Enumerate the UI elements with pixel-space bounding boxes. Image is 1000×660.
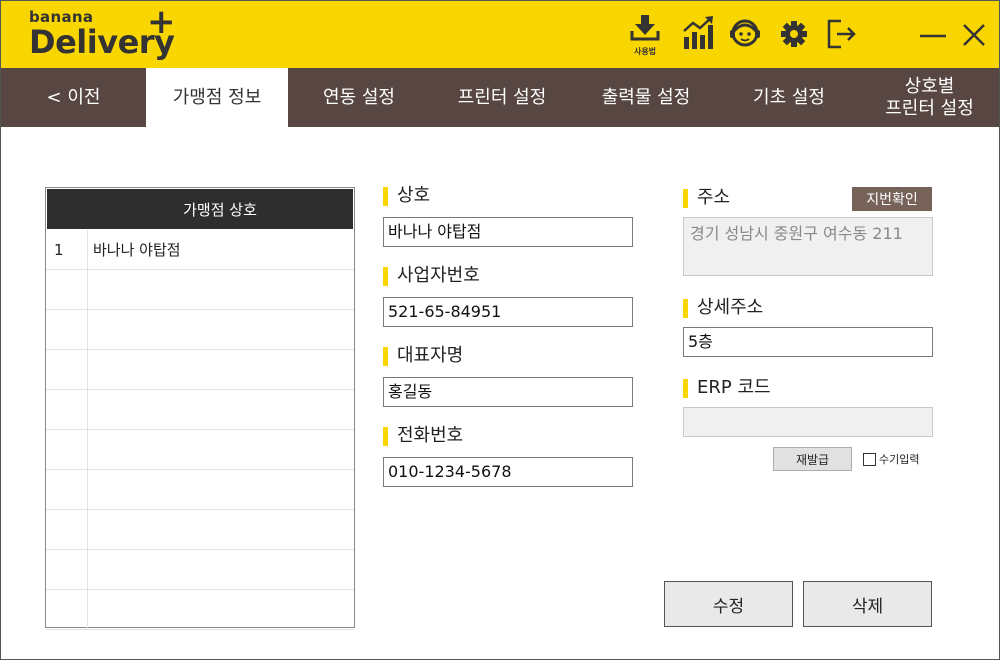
list-item-number (46, 350, 88, 389)
guide-label: 사용법 (633, 47, 657, 56)
list-item[interactable]: 1 바나나 야탑점 (46, 230, 354, 270)
statistics-button[interactable] (681, 15, 715, 55)
list-item[interactable] (46, 350, 354, 390)
list-item-number (46, 310, 88, 349)
list-item[interactable] (46, 430, 354, 470)
business-number-input[interactable]: 521-65-84951 (383, 297, 633, 327)
banana-delivery-logo: banana Delivery + (29, 5, 176, 59)
tab-basic-settings[interactable]: 기초 설정 (718, 68, 860, 127)
detail-address-label: 상세주소 (683, 297, 763, 319)
store-list-body: 1 바나나 야탑점 (46, 230, 354, 630)
list-item-store-name (88, 550, 354, 589)
list-item-number (46, 470, 88, 509)
erp-code-input[interactable] (683, 407, 933, 437)
store-name-input[interactable]: 바나나 야탑점 (383, 217, 633, 247)
tab-integration-settings[interactable]: 연동 설정 (288, 68, 430, 127)
list-item-number: 1 (46, 230, 88, 269)
support-agent-icon (730, 19, 760, 47)
minimize-icon (920, 34, 946, 38)
edit-button[interactable]: 수정 (664, 581, 793, 627)
list-item-number (46, 390, 88, 429)
list-item[interactable] (46, 550, 354, 590)
list-item-store-name (88, 310, 354, 349)
tab-printout-settings[interactable]: 출력물 설정 (574, 68, 718, 127)
logout-button[interactable] (825, 15, 859, 55)
list-item-number (46, 510, 88, 549)
delete-button[interactable]: 삭제 (803, 581, 932, 627)
list-item-store-name (88, 390, 354, 429)
list-item[interactable] (46, 590, 354, 630)
list-item[interactable] (46, 510, 354, 550)
app-header: banana Delivery + 사용법 (1, 1, 999, 68)
list-item-store-name (88, 270, 354, 309)
gear-icon (781, 21, 807, 47)
tab-store-printer-settings[interactable]: 상호별 프린터 설정 (860, 68, 999, 127)
erp-code-label: ERP 코드 (683, 377, 771, 399)
list-item-number (46, 270, 88, 309)
jibun-check-button[interactable]: 지번확인 (852, 187, 932, 211)
list-item-store-name (88, 510, 354, 549)
close-button[interactable] (957, 15, 991, 55)
logo-plus: + (147, 2, 176, 42)
address-textarea[interactable]: 경기 성남시 중원구 여수동 211 (683, 217, 933, 276)
list-item-store-name: 바나나 야탑점 (93, 241, 181, 259)
manual-input-checkbox[interactable] (863, 453, 876, 466)
list-item[interactable] (46, 470, 354, 510)
store-name-label: 상호 (383, 185, 430, 207)
list-item[interactable] (46, 390, 354, 430)
tab-printer-settings[interactable]: 프린터 설정 (430, 68, 574, 127)
owner-name-label: 대표자명 (383, 345, 463, 367)
list-item-store-name (88, 430, 354, 469)
phone-input[interactable]: 010-1234-5678 (383, 457, 633, 487)
store-list: 가맹점 상호 1 바나나 야탑점 (45, 187, 355, 630)
phone-label: 전화번호 (383, 425, 463, 447)
list-item-store-name (88, 350, 354, 389)
owner-name-input[interactable]: 홍길동 (383, 377, 633, 407)
stats-chart-icon (683, 16, 713, 49)
detail-address-input[interactable]: 5층 (683, 327, 933, 357)
support-button[interactable] (728, 15, 762, 55)
download-icon (630, 15, 660, 41)
reissue-button[interactable]: 재발급 (773, 447, 852, 471)
settings-button[interactable] (777, 15, 811, 55)
list-item-number (46, 590, 88, 629)
list-item-number (46, 550, 88, 589)
list-item-store-name (88, 590, 354, 629)
logout-icon (827, 19, 856, 49)
list-item-store-name (88, 470, 354, 509)
minimize-button[interactable] (916, 15, 950, 55)
list-item[interactable] (46, 310, 354, 350)
close-icon (963, 24, 985, 46)
guide-button[interactable]: 사용법 (628, 15, 662, 56)
list-item-number (46, 430, 88, 469)
manual-input-label: 수기입력 (879, 453, 920, 466)
list-item[interactable] (46, 270, 354, 310)
store-list-header: 가맹점 상호 (46, 188, 354, 230)
back-tab[interactable]: < 이전 (1, 68, 146, 127)
settings-tab-bar: < 이전 가맹점 정보 연동 설정 프린터 설정 출력물 설정 기초 설정 상호… (1, 68, 999, 127)
business-number-label: 사업자번호 (383, 265, 480, 287)
tab-store-info[interactable]: 가맹점 정보 (146, 68, 288, 127)
app-window: banana Delivery + 사용법 < 이전 가맹점 정보 연동 설정 … (0, 0, 1000, 660)
address-label: 주소 (683, 187, 730, 209)
